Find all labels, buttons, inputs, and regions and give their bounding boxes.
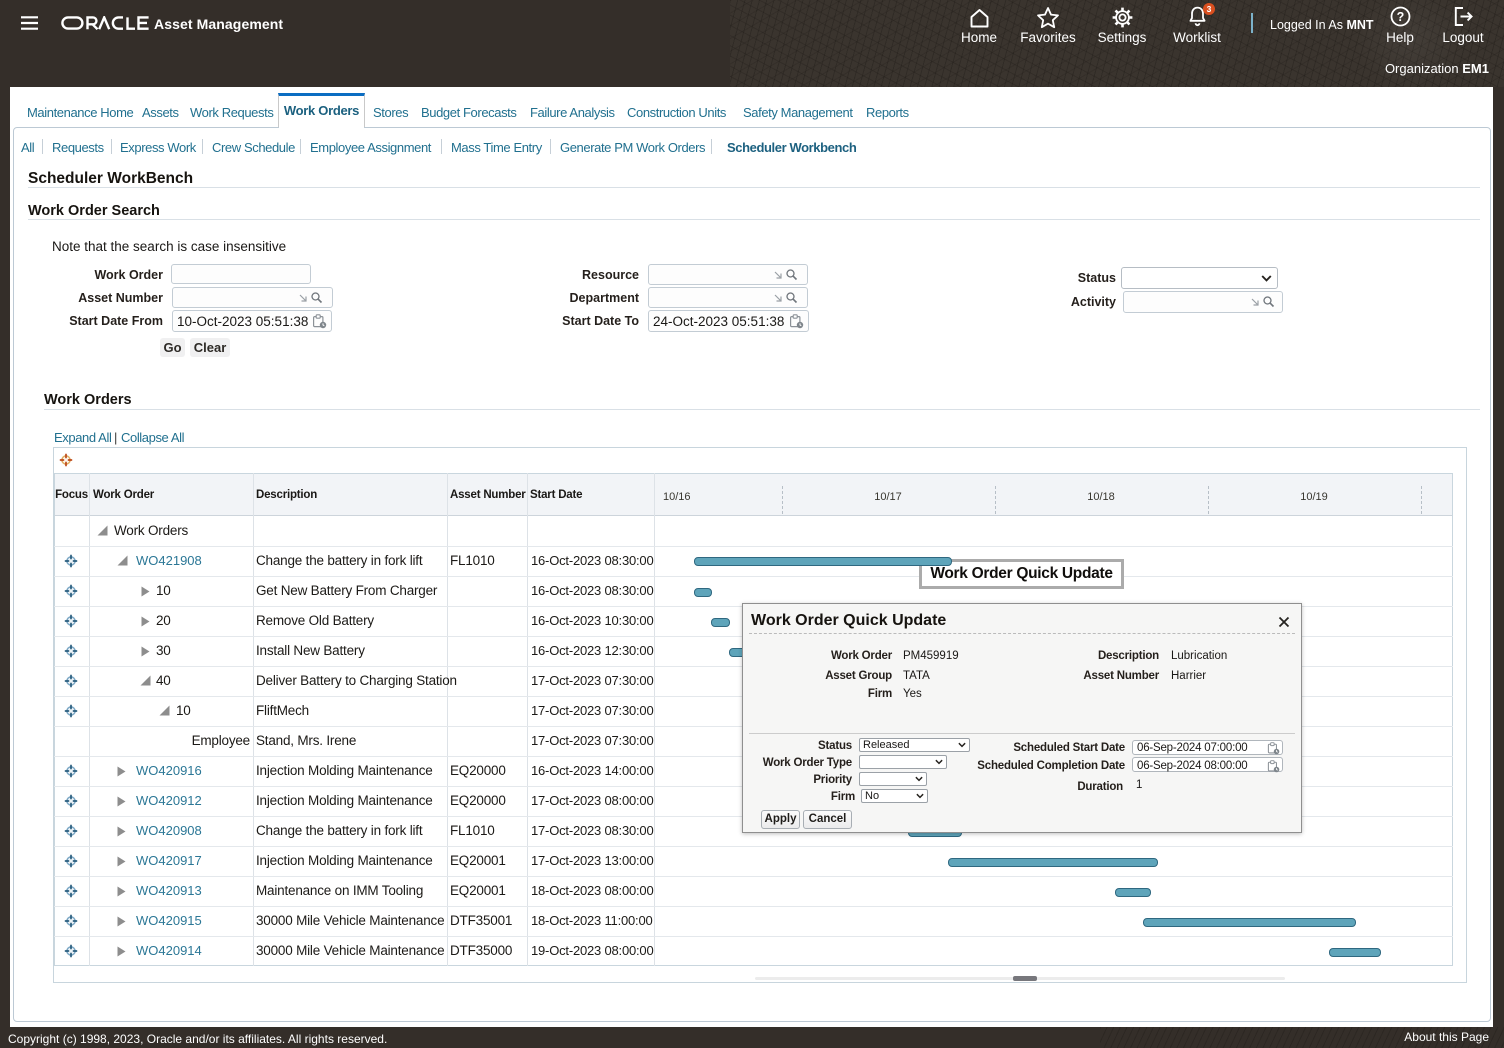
svg-text:?: ? (1397, 10, 1405, 24)
